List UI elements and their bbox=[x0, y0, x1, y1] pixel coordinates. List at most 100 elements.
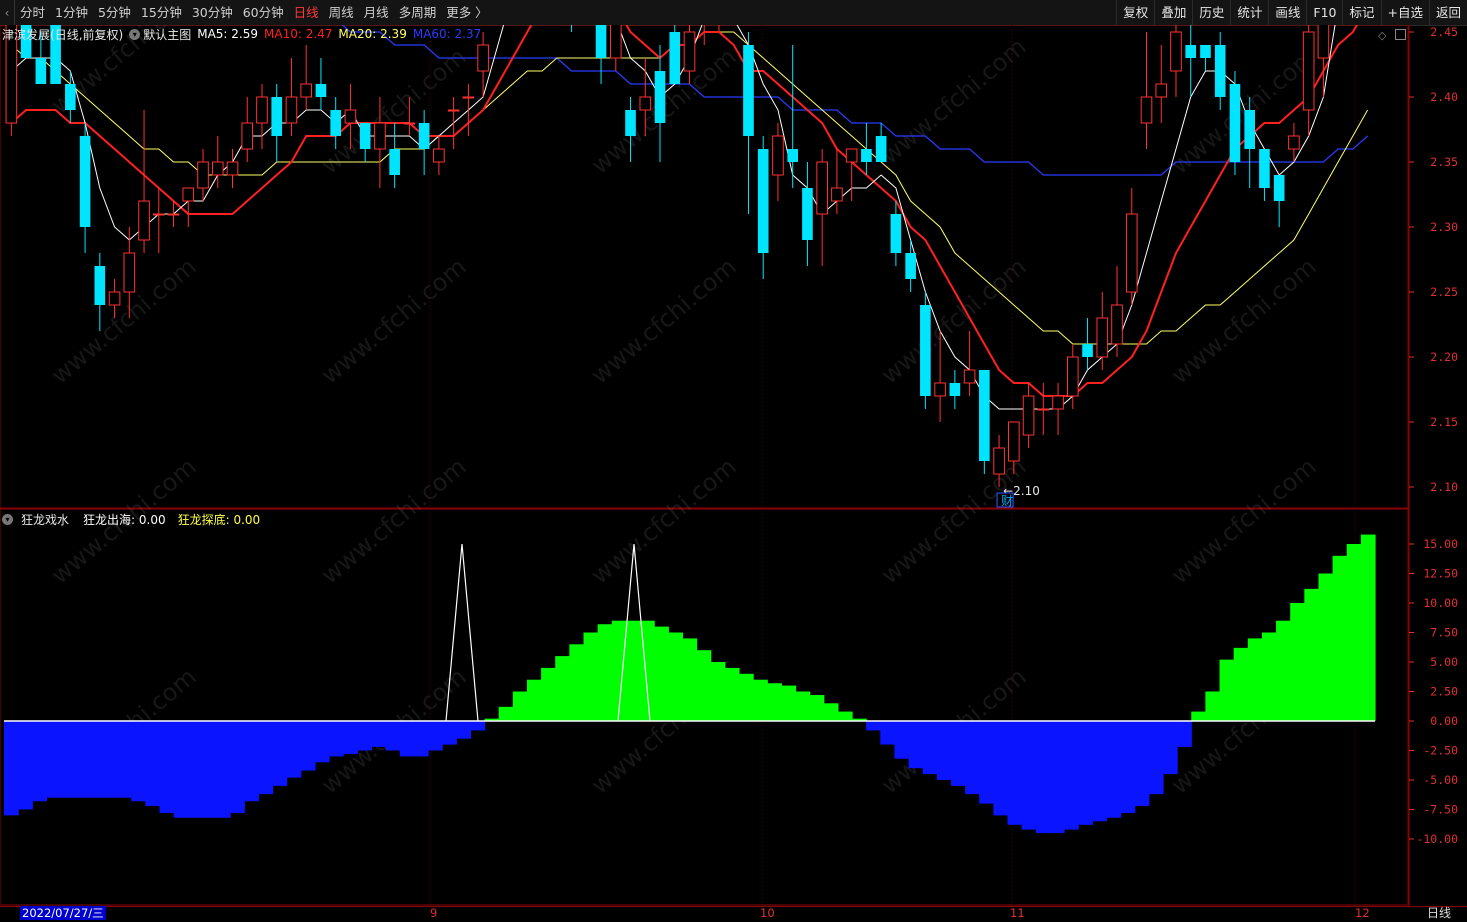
f10-button[interactable]: F10 bbox=[1306, 0, 1342, 25]
template-dropdown-icon[interactable]: ▾ bbox=[129, 28, 141, 40]
osc-bar-positive bbox=[1276, 620, 1291, 721]
indicator-name[interactable]: 狂龙戏水 bbox=[21, 511, 69, 528]
draw-button[interactable]: 画线 bbox=[1268, 0, 1306, 25]
mark-button[interactable]: 标记 bbox=[1342, 0, 1380, 25]
candle-body bbox=[1096, 317, 1109, 358]
candle-body bbox=[315, 84, 327, 97]
osc-bar-negative bbox=[470, 721, 486, 731]
osc-bar-negative bbox=[357, 721, 373, 751]
osc-bar-negative bbox=[60, 721, 76, 798]
osc-bar-positive bbox=[710, 662, 726, 721]
price-tick-label: 2.40 bbox=[1430, 90, 1458, 104]
osc-bar-positive bbox=[1304, 588, 1320, 721]
osc-bar-negative bbox=[1120, 721, 1136, 814]
candle-body bbox=[403, 122, 416, 125]
osc-bar-negative bbox=[894, 721, 910, 759]
adjust-button[interactable]: 复权 bbox=[1116, 0, 1154, 25]
osc-bar-negative bbox=[979, 721, 994, 804]
osc-bar-negative bbox=[1049, 721, 1065, 834]
history-button[interactable]: 历史 bbox=[1192, 0, 1230, 25]
candle-body bbox=[330, 110, 342, 136]
stats-button[interactable]: 统计 bbox=[1230, 0, 1268, 25]
candle-body bbox=[743, 45, 754, 136]
osc-bar-positive bbox=[1360, 534, 1376, 721]
period-weekly[interactable]: 周线 bbox=[324, 0, 359, 25]
watermark: www.cfchi.com bbox=[1166, 252, 1322, 389]
candle-body bbox=[1302, 31, 1315, 111]
period-multi[interactable]: 多周期 bbox=[394, 0, 442, 25]
watermark: www.cfchi.com bbox=[586, 252, 742, 389]
osc-bar-positive bbox=[724, 667, 740, 721]
candle-body bbox=[683, 31, 696, 72]
osc-tick-label: 15.00 bbox=[1423, 537, 1458, 551]
candle-body bbox=[211, 161, 224, 176]
template-name[interactable]: 默认主图 bbox=[143, 26, 191, 43]
period-30min[interactable]: 30分钟 bbox=[187, 0, 238, 25]
watermark: www.cfchi.com bbox=[316, 452, 472, 589]
watermark: www.cfchi.com bbox=[876, 252, 1032, 389]
period-fenshi[interactable]: 分时 bbox=[15, 0, 50, 25]
period-15min[interactable]: 15分钟 bbox=[136, 0, 187, 25]
indicator-dropdown-icon[interactable]: ▾ bbox=[2, 513, 13, 525]
candle-body bbox=[1066, 356, 1079, 397]
osc-bar-positive bbox=[569, 644, 585, 721]
period-more[interactable]: 更多 〉 bbox=[441, 0, 492, 25]
candle-body bbox=[654, 71, 666, 123]
candle-body bbox=[609, 25, 622, 59]
osc-bar-positive bbox=[696, 650, 712, 721]
candle-body bbox=[1170, 31, 1182, 72]
osc-bar-positive bbox=[682, 638, 698, 721]
osc-bar-positive bbox=[1318, 573, 1334, 721]
overlay-button[interactable]: 叠加 bbox=[1154, 0, 1192, 25]
month-label: 10 bbox=[760, 906, 775, 920]
candle-body bbox=[65, 84, 76, 110]
watermark: www.cfchi.com bbox=[1166, 42, 1322, 179]
ma60-value: MA60: 2.37 bbox=[412, 27, 482, 41]
maximize-icon[interactable] bbox=[1395, 29, 1406, 40]
candle-body bbox=[35, 58, 47, 84]
candle-body bbox=[1288, 135, 1300, 150]
kline-chart[interactable]: www.cfchi.com www.cfchi.com www.cfchi.com w… bbox=[0, 25, 1467, 906]
osc-bar-negative bbox=[201, 721, 217, 818]
return-button[interactable]: 返回 bbox=[1428, 0, 1467, 25]
osc-bar-positive bbox=[1233, 647, 1249, 721]
diamond-icon[interactable]: ◇ bbox=[1378, 29, 1386, 42]
osc-tick-label: -5.00 bbox=[1423, 773, 1458, 787]
candle-body bbox=[625, 110, 636, 136]
watermark: www.cfchi.com bbox=[316, 252, 472, 389]
back-arrow-icon[interactable]: ‹ bbox=[0, 0, 15, 25]
period-indicator: 日线 bbox=[1426, 906, 1451, 920]
osc-tick-label: 0.00 bbox=[1430, 714, 1458, 728]
osc-bar-positive bbox=[1261, 632, 1277, 721]
osc-tick-label: -10.00 bbox=[1416, 832, 1458, 846]
osc-bar-positive bbox=[753, 679, 768, 721]
candle-body bbox=[669, 32, 681, 84]
osc-bar-negative bbox=[102, 721, 118, 798]
candle-body bbox=[256, 96, 268, 124]
add-watchlist-button[interactable]: +自选 bbox=[1380, 0, 1429, 25]
period-daily[interactable]: 日线 bbox=[289, 0, 324, 25]
watermark: www.cfchi.com bbox=[876, 452, 1032, 589]
sub-header: ▾ 狂龙戏水 狂龙出海: 0.00 狂龙探底: 0.00 bbox=[2, 511, 260, 527]
osc-bar-negative bbox=[4, 721, 19, 816]
osc-bar-negative bbox=[1106, 721, 1122, 818]
osc-bar-positive bbox=[767, 683, 782, 721]
osc-bar-negative bbox=[428, 721, 443, 751]
osc-bar-negative bbox=[866, 721, 881, 731]
candle-body bbox=[595, 25, 607, 58]
price-tick-label: 2.10 bbox=[1430, 480, 1458, 494]
period-1min[interactable]: 1分钟 bbox=[50, 0, 93, 25]
candle-body bbox=[1244, 110, 1256, 149]
toolbar: ‹ 分时 1分钟 5分钟 15分钟 30分钟 60分钟 日线 周线 月线 多周期… bbox=[0, 0, 1467, 26]
osc-bar-negative bbox=[950, 721, 966, 786]
osc-bar-positive bbox=[654, 626, 669, 721]
period-monthly[interactable]: 月线 bbox=[359, 0, 394, 25]
osc-bar-negative bbox=[385, 721, 401, 751]
period-bar: ‹ 分时 1分钟 5分钟 15分钟 30分钟 60分钟 日线 周线 月线 多周期… bbox=[0, 0, 493, 25]
period-60min[interactable]: 60分钟 bbox=[238, 0, 289, 25]
candle-body bbox=[462, 96, 475, 99]
candle-body bbox=[890, 214, 902, 253]
osc-bar-negative bbox=[1148, 721, 1164, 795]
period-5min[interactable]: 5分钟 bbox=[93, 0, 136, 25]
osc-bar-negative bbox=[1134, 721, 1150, 806]
